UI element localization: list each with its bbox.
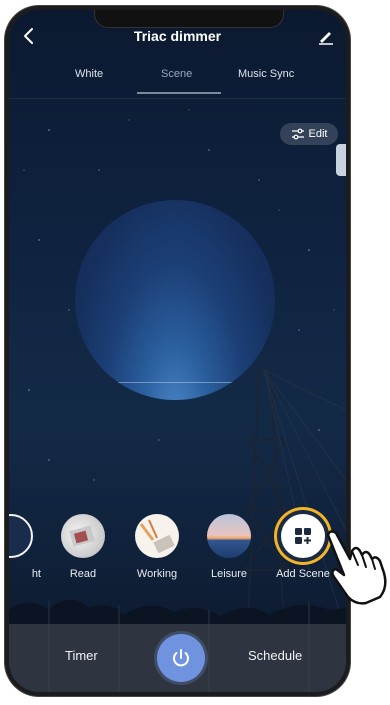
scene-label: Working [136,568,178,580]
scene-thumb-read [61,514,105,558]
power-icon [173,649,189,667]
side-drawer-handle[interactable] [336,144,346,176]
scene-preview-circle [75,200,275,400]
tabs-divider [9,98,346,99]
scene-thumb-night [9,514,33,558]
hand-pointer-icon [326,530,387,605]
app-header: Triac dimmer [9,24,346,50]
active-tab-indicator [137,92,221,94]
scene-item-working[interactable]: Working [127,514,187,580]
scene-item-read[interactable]: Read [53,514,113,580]
app-screen: Triac dimmer White Scene Music Sync Edit [9,10,346,692]
scene-label: Leisure [210,568,248,580]
tab-scene[interactable]: Scene [161,68,192,80]
phone-frame: Triac dimmer White Scene Music Sync Edit [5,6,350,696]
edit-button-label: Edit [308,128,328,140]
edit-button[interactable]: Edit [280,123,338,145]
scene-label: Read [69,568,97,580]
grid-plus-icon [295,528,311,544]
pencil-icon[interactable] [316,26,336,46]
scene-thumb-leisure [207,514,251,558]
tab-music-sync[interactable]: Music Sync [238,68,294,80]
power-button[interactable] [157,634,205,682]
mode-tabs: White Scene Music Sync [9,64,346,94]
bottom-bar: Timer Schedule [9,624,346,692]
scene-item-night[interactable]: ht [9,514,41,580]
scene-horizon-line [75,382,275,383]
schedule-button[interactable]: Schedule [248,648,302,663]
tab-white[interactable]: White [75,68,103,80]
scene-label: ht [31,568,41,580]
working-scene-image [139,519,175,554]
scene-list: ht Read Working Leisure Add Scene [9,514,346,594]
sliders-icon [291,128,304,140]
scene-item-leisure[interactable]: Leisure [199,514,259,580]
page-title: Triac dimmer [133,28,222,44]
timer-button[interactable]: Timer [65,648,98,663]
scene-thumb-working [135,514,179,558]
read-scene-image [69,525,95,547]
